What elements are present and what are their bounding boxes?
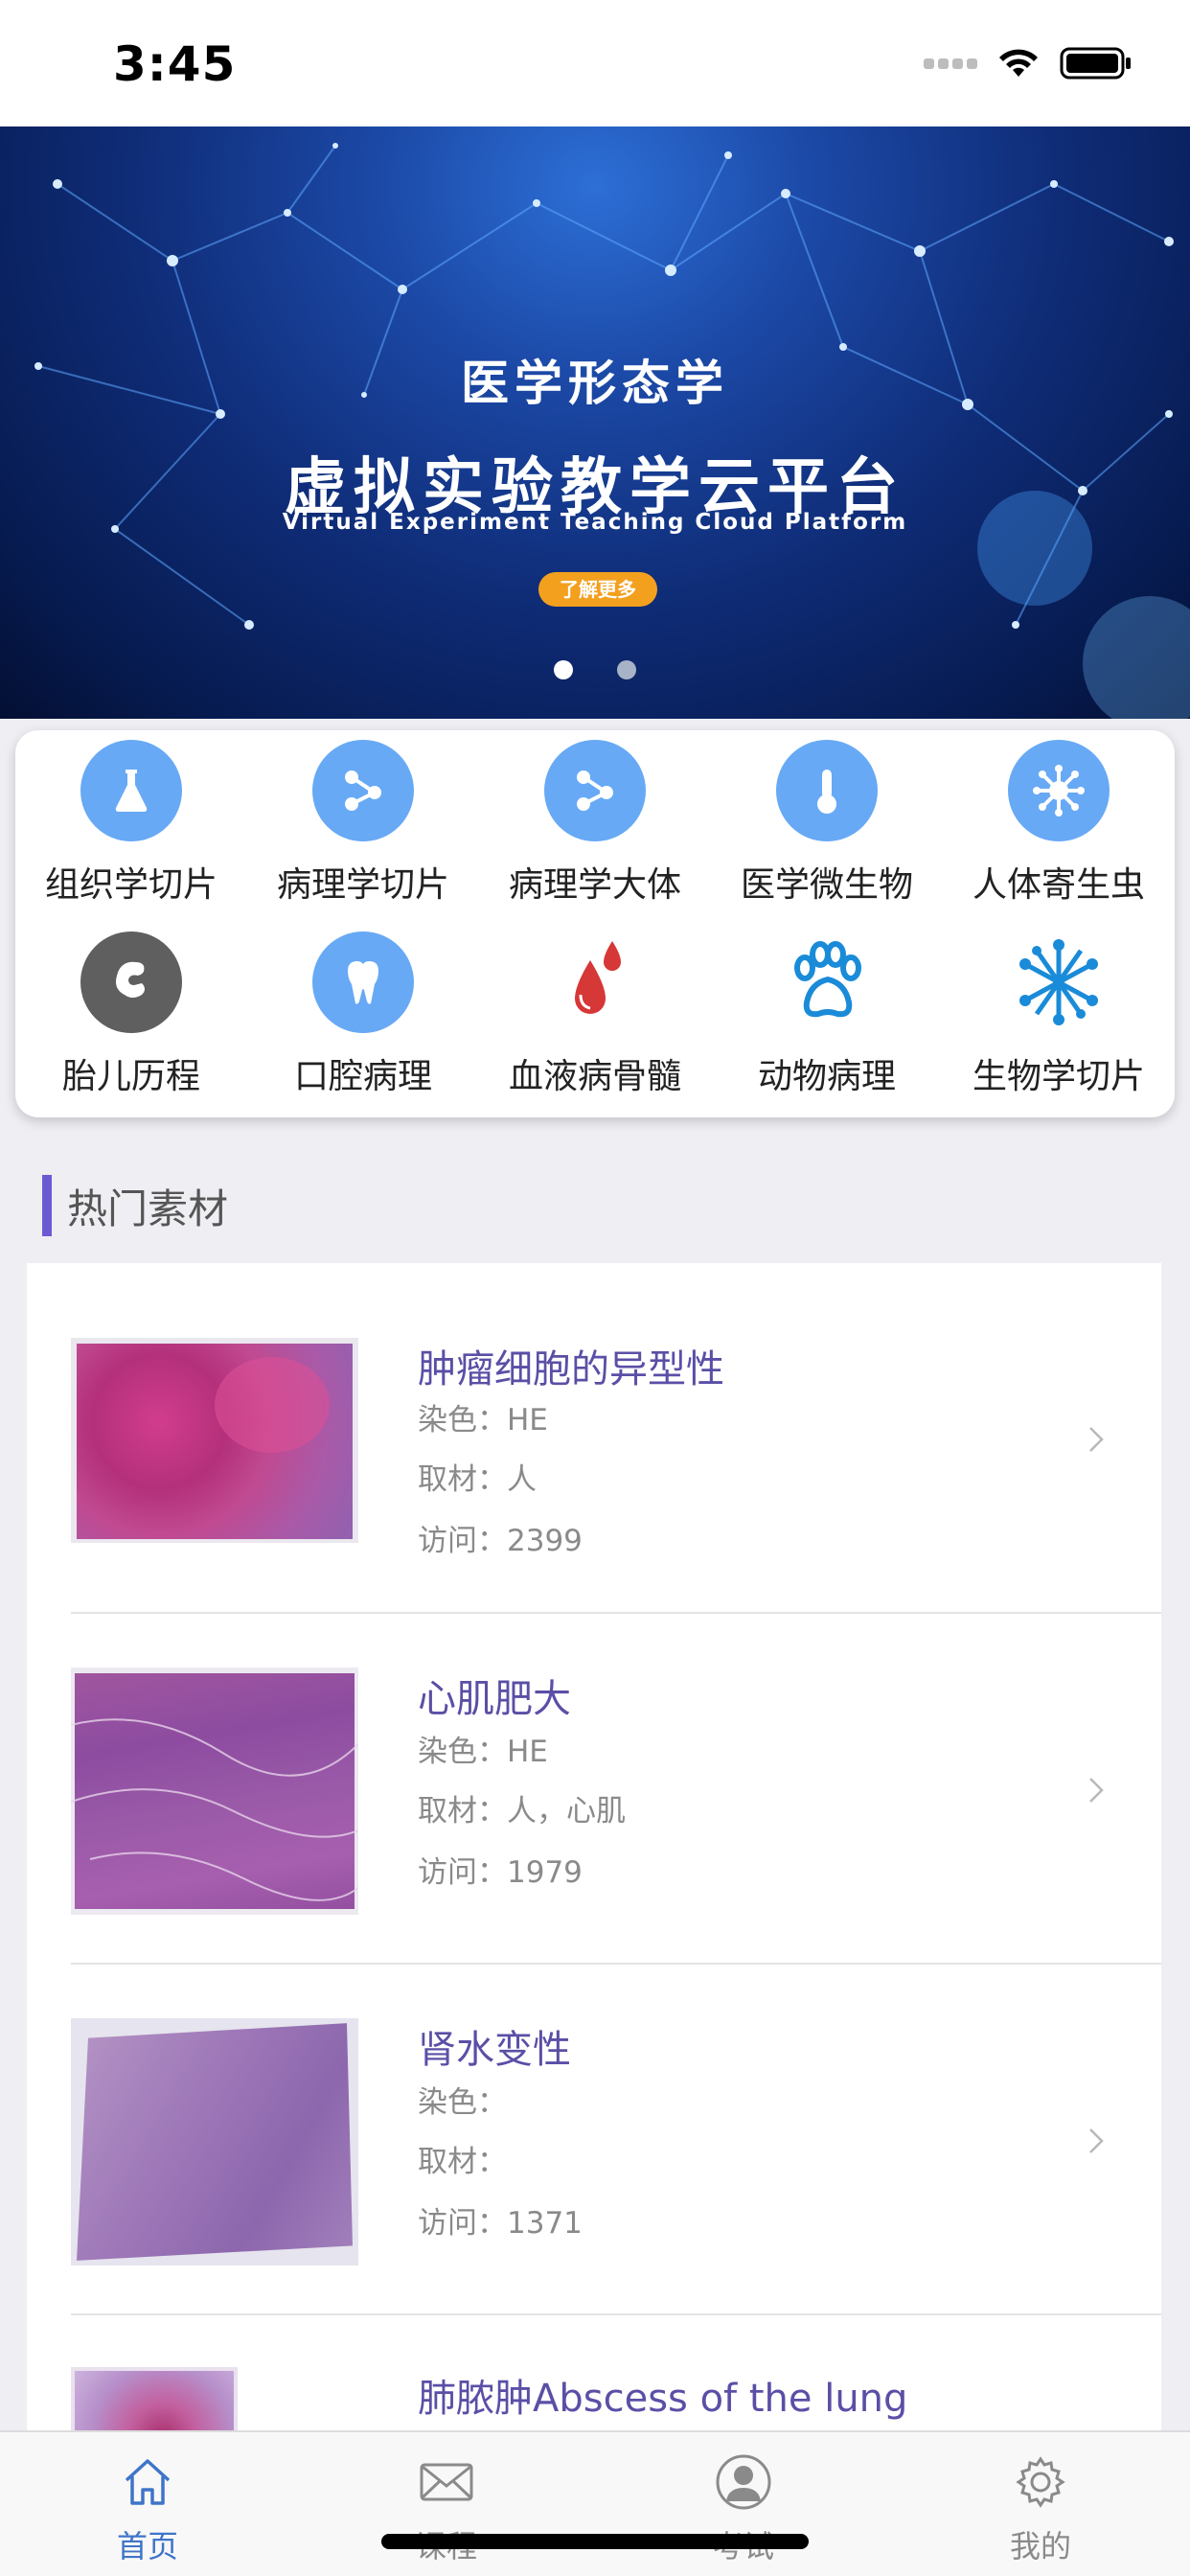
- thermometer-icon: [776, 740, 878, 841]
- flask-icon: [80, 740, 182, 841]
- fetus-icon: [80, 932, 182, 1033]
- item-visits: 访问：2399: [418, 1524, 583, 1558]
- gear-icon: [964, 2453, 1117, 2511]
- blood-drops-icon: [544, 932, 646, 1033]
- tab-home[interactable]: 首页: [71, 2453, 224, 2566]
- list-item[interactable]: 肿瘤细胞的异型性 染色：HE 取材：人 访问：2399: [27, 1263, 1161, 1614]
- item-source: 取材：人，心肌: [418, 1794, 626, 1828]
- category-blood-marrow[interactable]: 血液病骨髓: [479, 932, 711, 1098]
- category-biology-slides[interactable]: 生物学切片: [943, 932, 1175, 1098]
- tab-courses[interactable]: 课程: [370, 2453, 523, 2566]
- item-title: 肿瘤细胞的异型性: [418, 1347, 724, 1392]
- home-indicator: [381, 2534, 809, 2549]
- signal-icon: [924, 58, 977, 69]
- item-title: 肾水变性: [418, 2028, 571, 2072]
- item-visits: 访问：1371: [418, 2206, 583, 2241]
- mail-icon: [370, 2453, 523, 2511]
- tab-exams[interactable]: 考试: [667, 2453, 820, 2566]
- category-grid: 组织学切片 病理学切片 病理学大体 医学微生物 人体寄生虫 胎儿历程 口腔病理 …: [15, 730, 1175, 1117]
- category-label: 口腔病理: [293, 1057, 432, 1096]
- user-icon: [667, 2453, 820, 2511]
- banner-carousel[interactable]: 医学形态学 虚拟实验教学云平台 Virtual Experiment Teach…: [0, 126, 1190, 719]
- home-icon: [71, 2453, 224, 2511]
- item-title: 心肌肥大: [418, 1677, 571, 1721]
- material-list: 肿瘤细胞的异型性 染色：HE 取材：人 访问：2399 心肌肥大 染色：HE 取…: [27, 1263, 1161, 2471]
- carousel-dot[interactable]: [617, 660, 636, 679]
- virus-icon: [1008, 740, 1110, 841]
- slide-thumbnail: [71, 1338, 358, 1543]
- share-nodes-icon: [312, 740, 414, 841]
- status-bar: 3:45: [0, 0, 1190, 126]
- category-pathology-slides[interactable]: 病理学切片: [247, 740, 479, 907]
- section-accent-bar: [42, 1175, 52, 1236]
- category-oral-pathology[interactable]: 口腔病理: [247, 932, 479, 1098]
- banner-subtitle: 医学形态学: [461, 356, 729, 411]
- tab-mine[interactable]: 我的: [964, 2453, 1117, 2566]
- category-label: 病理学大体: [508, 865, 681, 905]
- wifi-icon: [999, 49, 1038, 77]
- status-icons: [924, 44, 1133, 82]
- category-label: 组织学切片: [44, 865, 217, 905]
- network-background: [34, 143, 1190, 719]
- category-label: 生物学切片: [972, 1057, 1145, 1096]
- category-label: 血液病骨髓: [508, 1057, 681, 1096]
- learn-more-button[interactable]: 了解更多: [538, 572, 657, 607]
- category-label: 病理学切片: [276, 865, 449, 905]
- slide-thumbnail: [71, 2018, 358, 2266]
- tab-label: 我的: [1009, 2528, 1071, 2564]
- item-source: 取材：: [418, 2145, 507, 2179]
- category-label: 胎儿历程: [61, 1057, 200, 1096]
- section-title-text: 热门素材: [67, 1184, 229, 1232]
- item-stain: 染色：: [418, 2085, 507, 2120]
- category-label: 医学微生物: [740, 865, 913, 905]
- category-histology[interactable]: 组织学切片: [15, 740, 247, 907]
- section-title: 热门素材: [42, 1175, 228, 1236]
- status-time: 3:45: [113, 36, 237, 92]
- chevron-right-icon: [1089, 1427, 1104, 1452]
- item-title: 肺脓肿Abscess of the lung: [418, 2377, 908, 2421]
- carousel-dot-active[interactable]: [554, 660, 573, 679]
- category-fetal[interactable]: 胎儿历程: [15, 932, 247, 1098]
- list-item[interactable]: 肾水变性 染色： 取材： 访问：1371: [27, 1965, 1161, 2315]
- banner-english-title: Virtual Experiment Teaching Cloud Platfo…: [282, 510, 908, 535]
- category-label: 人体寄生虫: [972, 865, 1145, 905]
- paw-icon: [776, 932, 878, 1033]
- tab-label: 首页: [116, 2528, 178, 2564]
- battery-icon: [1060, 47, 1131, 80]
- item-stain: 染色：HE: [418, 1735, 548, 1769]
- tab-bar: 首页 课程 考试 我的: [0, 2430, 1190, 2576]
- category-label: 动物病理: [757, 1057, 896, 1096]
- chevron-right-icon: [1089, 2128, 1104, 2153]
- carousel-dots: [0, 660, 1190, 679]
- tooth-icon: [312, 932, 414, 1033]
- molecule-icon: [1008, 932, 1110, 1033]
- list-item[interactable]: 心肌肥大 染色：HE 取材：人，心肌 访问：1979: [27, 1614, 1161, 1965]
- slide-thumbnail: [71, 1668, 358, 1915]
- share-nodes-icon: [544, 740, 646, 841]
- chevron-right-icon: [1089, 1778, 1104, 1803]
- category-parasites[interactable]: 人体寄生虫: [943, 740, 1175, 907]
- category-animal-pathology[interactable]: 动物病理: [711, 932, 943, 1098]
- item-visits: 访问：1979: [418, 1855, 583, 1890]
- item-stain: 染色：HE: [418, 1403, 548, 1438]
- item-source: 取材：人: [418, 1462, 537, 1497]
- category-microbiology[interactable]: 医学微生物: [711, 740, 943, 907]
- category-gross-pathology[interactable]: 病理学大体: [479, 740, 711, 907]
